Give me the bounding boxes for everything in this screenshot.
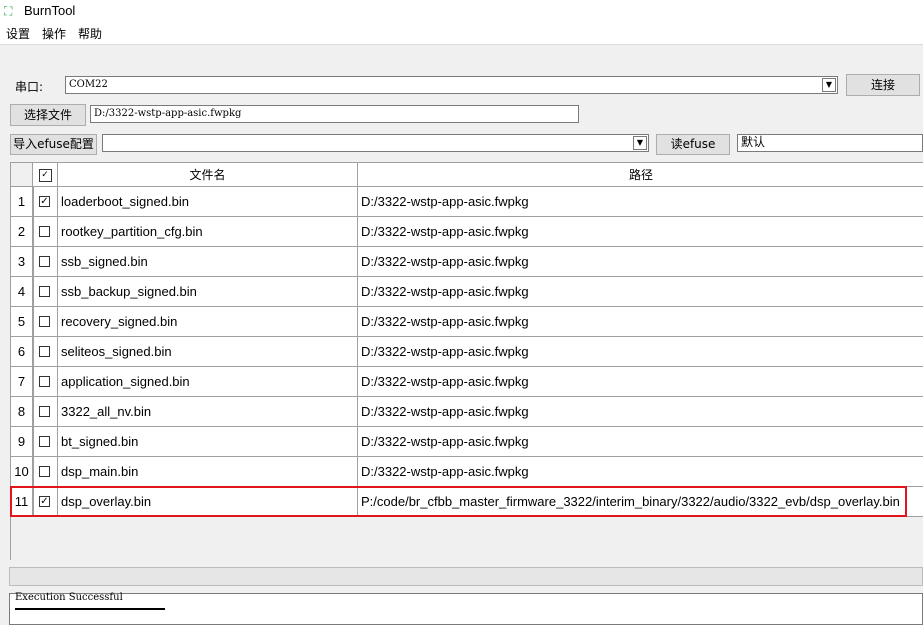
title-bar: ⛶ BurnTool	[0, 0, 923, 22]
efuse-mode-field[interactable]: 默认	[737, 134, 923, 152]
check-all-icon[interactable]: ✓	[38, 169, 52, 182]
row-check-cell[interactable]	[33, 367, 58, 397]
file-name-cell[interactable]: recovery_signed.bin	[58, 307, 358, 337]
table-row[interactable]: 1 ✓ loaderboot_signed.bin D:/3322-wstp-app-…	[11, 187, 923, 217]
row-number: 8	[11, 397, 33, 427]
row-checkbox[interactable]	[39, 346, 50, 357]
table-row[interactable]: 10 dsp_main.bin D:/3322-wstp-app-asic.fwpk…	[11, 457, 923, 487]
table-row[interactable]: 6 seliteos_signed.bin D:/3322-wstp-app-asi…	[11, 337, 923, 367]
table-row[interactable]: 5 recovery_signed.bin D:/3322-wstp-app-asi…	[11, 307, 923, 337]
file-path-cell[interactable]: D:/3322-wstp-app-asic.fwpkg	[358, 277, 923, 307]
row-checkbox[interactable]	[39, 256, 50, 267]
table-row[interactable]: 2 rootkey_partition_cfg.bin D:/3322-wstp-a…	[11, 217, 923, 247]
row-number: 10	[11, 457, 33, 487]
row-number: 3	[11, 247, 33, 277]
read-efuse-button[interactable]: 读efuse	[656, 134, 730, 155]
file-name-cell[interactable]: 3322_all_nv.bin	[58, 397, 358, 427]
file-name-cell[interactable]: bt_signed.bin	[58, 427, 358, 457]
chevron-down-icon[interactable]: ▼	[633, 136, 647, 150]
log-line: Execution Successful	[15, 592, 123, 603]
file-path-cell[interactable]: D:/3322-wstp-app-asic.fwpkg	[358, 367, 923, 397]
file-path-cell[interactable]: D:/3322-wstp-app-asic.fwpkg	[358, 457, 923, 487]
file-name-cell[interactable]: application_signed.bin	[58, 367, 358, 397]
table-empty-area	[33, 517, 923, 560]
table-row[interactable]: 3 ssb_signed.bin D:/3322-wstp-app-asic.fwp…	[11, 247, 923, 277]
file-path-cell[interactable]: D:/3322-wstp-app-asic.fwpkg	[358, 397, 923, 427]
row-check-cell[interactable]: ✓	[33, 187, 58, 217]
port-label: 串口:	[15, 80, 44, 94]
row-check-cell[interactable]	[33, 307, 58, 337]
file-name-cell[interactable]: rootkey_partition_cfg.bin	[58, 217, 358, 247]
row-checkbox[interactable]	[39, 436, 50, 447]
file-path-cell[interactable]: D:/3322-wstp-app-asic.fwpkg	[358, 217, 923, 247]
port-value: COM22	[69, 79, 108, 90]
file-name-cell[interactable]: dsp_main.bin	[58, 457, 358, 487]
selected-row-highlight	[10, 486, 907, 517]
table-row[interactable]: 4 ssb_backup_signed.bin D:/3322-wstp-app-a…	[11, 277, 923, 307]
menu-bar: 设置 操作 帮助	[0, 22, 923, 45]
header-check-cell[interactable]: ✓	[33, 163, 58, 187]
row-check-cell[interactable]	[33, 277, 58, 307]
file-path-cell[interactable]: D:/3322-wstp-app-asic.fwpkg	[358, 247, 923, 277]
row-checkbox[interactable]: ✓	[39, 196, 50, 207]
row-number: 6	[11, 337, 33, 367]
table-corner	[11, 163, 33, 187]
row-number: 4	[11, 277, 33, 307]
select-file-button[interactable]: 选择文件	[10, 104, 86, 126]
chevron-down-icon[interactable]: ▼	[822, 78, 836, 92]
file-path-cell[interactable]: D:/3322-wstp-app-asic.fwpkg	[358, 427, 923, 457]
log-separator	[15, 608, 165, 612]
file-path-cell[interactable]: D:/3322-wstp-app-asic.fwpkg	[358, 187, 923, 217]
file-name-cell[interactable]: loaderboot_signed.bin	[58, 187, 358, 217]
row-check-cell[interactable]	[33, 247, 58, 277]
file-path-cell[interactable]: D:/3322-wstp-app-asic.fwpkg	[358, 337, 923, 367]
file-name-cell[interactable]: seliteos_signed.bin	[58, 337, 358, 367]
connect-button[interactable]: 连接	[846, 74, 920, 96]
row-checkbox[interactable]	[39, 316, 50, 327]
row-checkbox[interactable]	[39, 226, 50, 237]
file-name-cell[interactable]: ssb_signed.bin	[58, 247, 358, 277]
row-checkbox[interactable]	[39, 376, 50, 387]
row-checkbox[interactable]	[39, 406, 50, 417]
menu-help[interactable]: 帮助	[78, 25, 102, 42]
row-number: 2	[11, 217, 33, 247]
row-number: 9	[11, 427, 33, 457]
burntool-logo-icon: ⛶	[4, 4, 13, 18]
progress-bar	[9, 567, 923, 586]
row-number: 5	[11, 307, 33, 337]
file-path-cell[interactable]: D:/3322-wstp-app-asic.fwpkg	[358, 307, 923, 337]
log-output[interactable]: Execution Successful	[9, 592, 923, 625]
row-check-cell[interactable]	[33, 397, 58, 427]
row-number: 7	[11, 367, 33, 397]
menu-settings[interactable]: 设置	[6, 25, 30, 42]
menu-operation[interactable]: 操作	[42, 25, 66, 42]
table-row[interactable]: 7 application_signed.bin D:/3322-wstp-app-…	[11, 367, 923, 397]
row-check-cell[interactable]	[33, 337, 58, 367]
row-check-cell[interactable]	[33, 457, 58, 487]
file-path-field[interactable]: D:/3322-wstp-app-asic.fwpkg	[90, 105, 579, 123]
column-header-path[interactable]: 路径	[358, 163, 923, 187]
column-header-filename[interactable]: 文件名	[58, 163, 358, 187]
table-row[interactable]: 8 3322_all_nv.bin D:/3322-wstp-app-asic.fw…	[11, 397, 923, 427]
row-check-cell[interactable]	[33, 217, 58, 247]
efuse-config-select[interactable]: ▼	[102, 134, 649, 152]
row-checkbox[interactable]	[39, 466, 50, 477]
window-title: BurnTool	[24, 3, 76, 18]
file-name-cell[interactable]: ssb_backup_signed.bin	[58, 277, 358, 307]
table-row[interactable]: 9 bt_signed.bin D:/3322-wstp-app-asic.fwpk…	[11, 427, 923, 457]
row-check-cell[interactable]	[33, 427, 58, 457]
row-number: 1	[11, 187, 33, 217]
row-checkbox[interactable]	[39, 286, 50, 297]
port-select[interactable]: COM22 ▼	[65, 76, 838, 94]
import-efuse-button[interactable]: 导入efuse配置	[10, 134, 97, 155]
